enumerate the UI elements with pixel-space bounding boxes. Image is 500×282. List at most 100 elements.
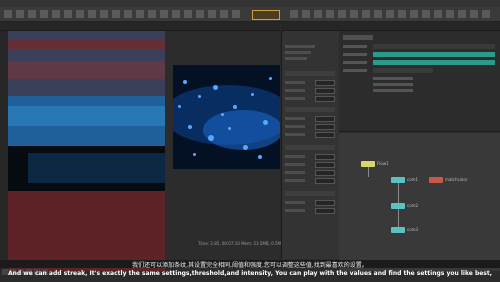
subtitle-overlay: 我们还可以添加条纹,其设置完全相同,阈值和强度,您可以调整这些值,找到最喜欢的设… <box>0 262 500 278</box>
node-graph[interactable]: Flow1 com1 matchcolor com2 com3 <box>339 133 500 271</box>
tool-icon[interactable] <box>470 10 478 18</box>
tool-icon[interactable] <box>16 10 24 18</box>
tool-icon[interactable] <box>410 10 418 18</box>
subtitle-chinese: 我们还可以添加条纹,其设置完全相同,阈值和强度,您可以调整这些值,找到最喜欢的设… <box>132 262 368 269</box>
section-header[interactable] <box>285 145 335 150</box>
tool-icon[interactable] <box>88 10 96 18</box>
tool-icon[interactable] <box>362 10 370 18</box>
tool-icon[interactable] <box>350 10 358 18</box>
tool-icon[interactable] <box>100 10 108 18</box>
threshold-slider[interactable] <box>373 52 495 57</box>
bokeh-dot <box>178 105 181 108</box>
tool-icon[interactable] <box>482 10 490 18</box>
subtitle-english: And we can add streak, It's exactly the … <box>7 270 493 277</box>
glow-blob <box>203 110 280 150</box>
tool-icon[interactable] <box>148 10 156 18</box>
node-wire <box>398 209 399 227</box>
setting-field[interactable] <box>315 178 335 184</box>
section-header[interactable] <box>285 107 335 112</box>
bokeh-dot <box>258 155 262 159</box>
particle-band <box>8 106 165 126</box>
viewport-tool-strip[interactable] <box>0 31 8 271</box>
graph-node-label: Flow1 <box>377 161 389 166</box>
bokeh-dot <box>208 135 214 141</box>
setting-label <box>285 81 305 84</box>
setting-field[interactable] <box>315 96 335 102</box>
tool-icon[interactable] <box>446 10 454 18</box>
tool-icon[interactable] <box>112 10 120 18</box>
properties-tabs[interactable] <box>281 22 339 37</box>
tool-icon[interactable] <box>196 10 204 18</box>
render-status-text: Time: 2.85, 00:07:10 Mem: 23.5MB, 0.5MB <box>198 241 284 246</box>
tool-icon[interactable] <box>398 10 406 18</box>
tool-icon[interactable] <box>302 10 310 18</box>
setting-label <box>285 125 305 128</box>
setting-field[interactable] <box>315 88 335 94</box>
tool-icon[interactable] <box>136 10 144 18</box>
setting-field[interactable] <box>315 116 335 122</box>
tool-icon[interactable] <box>314 10 322 18</box>
setting-field[interactable] <box>315 162 335 168</box>
bokeh-dot <box>233 105 237 109</box>
setting-field[interactable] <box>315 80 335 86</box>
section-header[interactable] <box>285 191 335 196</box>
tool-icon[interactable] <box>374 10 382 18</box>
bokeh-dot <box>198 95 201 98</box>
setting-label <box>285 45 315 48</box>
setting-label <box>285 155 305 158</box>
param-field[interactable] <box>373 68 433 73</box>
tool-icon[interactable] <box>124 10 132 18</box>
tool-icon[interactable] <box>326 10 334 18</box>
tool-icon[interactable] <box>28 10 36 18</box>
checkbox-row[interactable] <box>373 77 413 80</box>
param-label <box>343 61 367 64</box>
parameter-tabs[interactable] <box>339 22 500 37</box>
tool-icon[interactable] <box>76 10 84 18</box>
graph-node[interactable] <box>391 227 405 233</box>
setting-field[interactable] <box>315 132 335 138</box>
tool-icon[interactable] <box>208 10 216 18</box>
tool-icon[interactable] <box>220 10 228 18</box>
tool-icon[interactable] <box>422 10 430 18</box>
setting-field[interactable] <box>315 124 335 130</box>
bokeh-dot <box>228 127 231 130</box>
checkbox-row[interactable] <box>373 89 413 92</box>
bokeh-dot <box>188 125 192 129</box>
bokeh-dot <box>183 80 187 84</box>
scene-viewport[interactable] <box>8 31 165 271</box>
tool-icon[interactable] <box>434 10 442 18</box>
setting-field[interactable] <box>315 170 335 176</box>
viewport-tabs[interactable] <box>0 22 166 37</box>
tool-icon[interactable] <box>52 10 60 18</box>
setting-field[interactable] <box>315 200 335 206</box>
tool-icon[interactable] <box>4 10 12 18</box>
tool-icon[interactable] <box>338 10 346 18</box>
param-label <box>343 69 367 72</box>
tool-icon[interactable] <box>232 10 240 18</box>
tool-icon[interactable] <box>64 10 72 18</box>
tool-icon[interactable] <box>172 10 180 18</box>
render-view-tabs[interactable] <box>166 22 280 37</box>
tool-icon[interactable] <box>40 10 48 18</box>
section-header[interactable] <box>285 71 335 76</box>
checkbox-row[interactable] <box>373 83 413 86</box>
bokeh-dot <box>269 77 272 80</box>
menu-bar[interactable] <box>0 0 500 15</box>
tool-icon[interactable] <box>386 10 394 18</box>
tool-icon[interactable] <box>290 10 298 18</box>
setting-field[interactable] <box>315 154 335 160</box>
bokeh-dot <box>221 113 224 116</box>
node-name-field[interactable] <box>343 35 373 40</box>
param-field[interactable] <box>373 44 495 49</box>
main-toolbar <box>0 7 500 22</box>
setting-field[interactable] <box>315 208 335 214</box>
tool-icon[interactable] <box>160 10 168 18</box>
render-image[interactable] <box>173 65 280 169</box>
intensity-slider[interactable] <box>373 60 495 65</box>
graph-node[interactable] <box>429 177 443 183</box>
tool-icon[interactable] <box>458 10 466 18</box>
tool-icon[interactable] <box>184 10 192 18</box>
graph-node-label: matchcolor <box>445 177 468 182</box>
workspace-selector[interactable] <box>252 10 280 20</box>
setting-label <box>285 179 305 182</box>
